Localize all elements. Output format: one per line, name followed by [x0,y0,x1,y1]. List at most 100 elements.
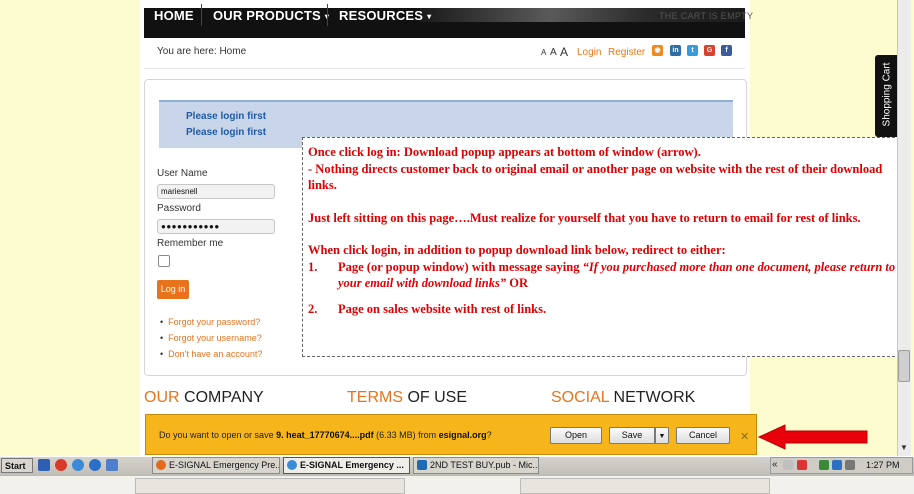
annotation-paragraph: Just left sitting on this page….Must rea… [308,210,861,225]
annotation-list-item: 2. Page on sales website with rest of li… [308,301,909,318]
scroll-down-icon[interactable]: ▼ [900,443,908,452]
scrollbar-thumb[interactable] [898,350,910,382]
volume-icon[interactable] [845,460,855,470]
taskbar-window-firefox[interactable]: E-SIGNAL Emergency Pre... [152,457,280,474]
create-account-label: Don't have an account? [168,349,263,359]
login-required-message: Please login first [186,111,267,122]
shopping-cart-tab[interactable]: Shopping Cart [875,55,897,137]
taskbar-window-label: 2ND TEST BUY.pub - Mic... [430,460,539,470]
remember-me-checkbox[interactable] [158,255,170,267]
linkedin-icon[interactable]: in [670,45,681,56]
chevron-down-icon: ▾ [427,12,432,21]
taskbar-window-ie[interactable]: E-SIGNAL Emergency ... [283,457,410,474]
screen: HOME OUR PRODUCTS▾ RESOURCES▾ THE CART I… [0,0,914,494]
background-window-tab[interactable] [520,478,770,494]
rss-icon[interactable]: ◉ [652,45,663,56]
save-button[interactable]: Save [609,427,655,444]
bullet-icon: • [160,317,164,327]
internet-explorer-icon [287,460,297,470]
nav-divider [327,4,328,26]
footer-our-company: OUR COMPANY [144,389,264,407]
bullet-icon: • [160,349,164,359]
show-desktop-icon[interactable] [38,459,50,471]
forgot-password-label: Forgot your password? [168,317,261,327]
facebook-icon[interactable]: f [721,45,732,56]
download-size: (6.33 MB) from [373,430,439,440]
annotation-list-item: 1. Page (or popup window) with message s… [308,259,909,292]
save-options-dropdown[interactable]: ▼ [655,427,669,444]
list-text: Page on sales website with rest of links… [338,301,547,316]
footer-heading-accent: OUR [144,389,180,406]
download-prompt: Do you want to open or save 9. heat_1777… [159,430,492,440]
list-text: Page (or popup window) with message sayi… [338,259,909,292]
download-filename: 9. heat_17770674....pdf [276,430,374,440]
browser-icon[interactable] [55,459,67,471]
nav-resources[interactable]: RESOURCES ▾ [339,0,431,30]
create-account-link[interactable]: • Don't have an account? [160,349,262,359]
login-link[interactable]: Login [577,47,601,58]
footer-heading-accent: SOCIAL [551,389,610,406]
shopping-cart-label: Shopping Cart [881,62,893,127]
app-r-icon[interactable] [106,459,118,471]
footer-heading-accent: TERMS [347,389,403,406]
red-arrow-icon [757,424,868,450]
tray-network-icon[interactable] [819,460,829,470]
annotation-paragraph: When click login, in addition to popup d… [308,243,726,257]
taskbar-window-publisher[interactable]: 2ND TEST BUY.pub - Mic... [413,457,539,474]
download-prefix: Do you want to open or save [159,430,277,440]
nav-divider [201,4,202,26]
font-size-medium-button[interactable]: A [550,47,557,58]
annotation-note: Once click log in: Download popup appear… [302,137,910,357]
footer-social-network: SOCIAL NETWORK [551,389,695,407]
cart-status: THE CART IS EMPTY [659,11,754,21]
footer-terms-of-use: TERMS OF USE [347,389,467,407]
list-number: 2. [308,301,318,316]
footer-heading-rest: OF USE [403,389,468,406]
list-number: 1. [308,259,318,274]
nav-resources-label: RESOURCES [339,8,424,23]
close-icon[interactable]: ✕ [740,430,749,443]
twitter-icon[interactable]: t [687,45,698,56]
bullet-icon: • [160,333,164,343]
vertical-scrollbar[interactable] [897,0,911,457]
font-size-small-button[interactable]: A [541,48,546,57]
login-required-message: Please login first [186,127,267,138]
open-button[interactable]: Open [550,427,602,444]
login-button[interactable]: Log in [157,280,189,299]
google-icon[interactable]: G [704,45,715,56]
background-window-tab[interactable] [135,478,405,494]
start-button[interactable]: Start [1,458,33,473]
username-input[interactable]: mariesnell [157,184,275,199]
footer-heading-rest: COMPANY [179,389,264,406]
tray-expand-icon[interactable]: « [772,459,778,470]
forgot-password-link[interactable]: • Forgot your password? [160,317,260,327]
firefox-icon [156,460,166,470]
nav-home[interactable]: HOME [154,0,194,30]
footer-heading-rest: NETWORK [609,389,696,406]
breadcrumb: You are here: Home [157,46,247,57]
tray-antivirus-icon[interactable] [797,460,807,470]
download-suffix: ? [486,430,492,440]
forgot-username-label: Forgot your username? [168,333,262,343]
nav-our-products-label: OUR PRODUCTS [213,8,321,23]
nav-home-label: HOME [154,8,194,23]
tray-bluetooth-icon[interactable] [832,460,842,470]
font-size-large-button[interactable]: A [560,45,568,59]
download-source: esignal.org [438,430,487,440]
publisher-icon [417,460,427,470]
tray-app-icon[interactable] [783,460,793,470]
nav-our-products[interactable]: OUR PRODUCTS▾ [213,0,329,30]
list-text-main: Page (or popup window) with message sayi… [338,259,583,274]
internet-explorer-icon[interactable] [72,459,84,471]
password-label: Password [157,203,201,214]
taskbar-window-label: E-SIGNAL Emergency ... [300,460,404,470]
register-link[interactable]: Register [608,47,645,58]
taskbar-window-label: E-SIGNAL Emergency Pre... [169,460,280,470]
annotation-line: - Nothing directs customer back to origi… [308,161,883,193]
password-input[interactable]: ●●●●●●●●●●● [157,219,275,234]
chrome-icon[interactable] [89,459,101,471]
forgot-username-link[interactable]: • Forgot your username? [160,333,262,343]
chevron-down-icon: ▼ [658,433,666,440]
username-label: User Name [157,168,208,179]
cancel-button[interactable]: Cancel [676,427,730,444]
